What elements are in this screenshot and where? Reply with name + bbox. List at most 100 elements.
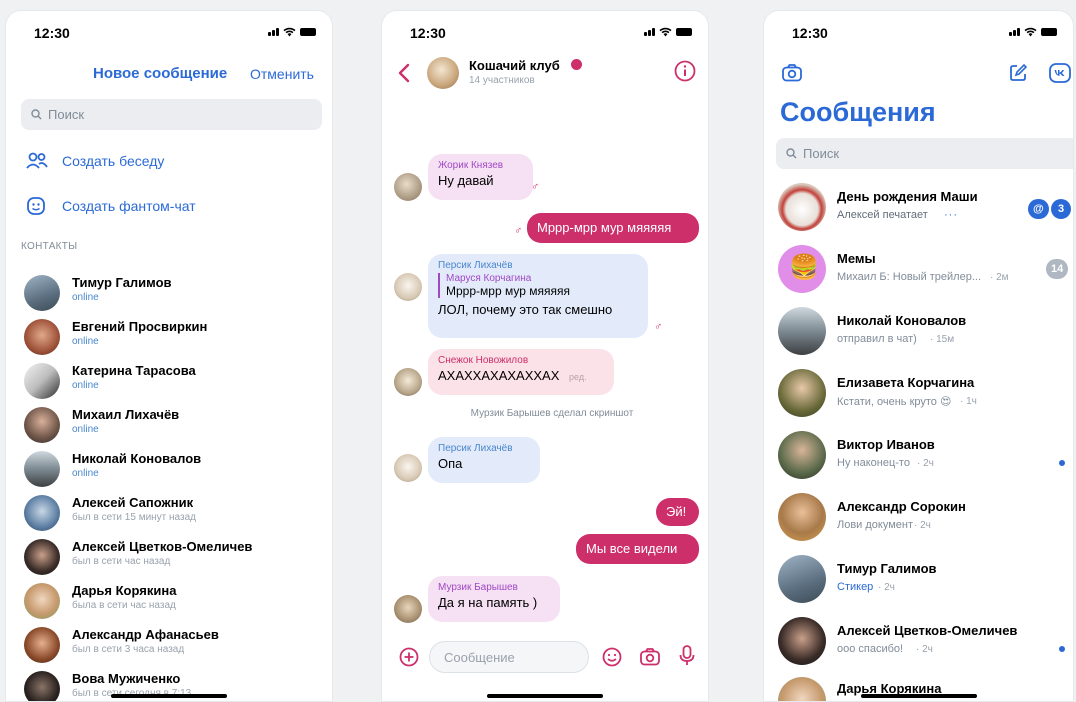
status-bar: 12:30 [382, 23, 708, 43]
chat-preview: Ну наконец-то [837, 457, 910, 469]
contact-name: Алексей Сапожник [72, 495, 194, 510]
chat-preview: Лови документ [837, 519, 914, 531]
message-bubble[interactable]: Эй! [656, 498, 699, 526]
message-sender: Жорик Князев [438, 160, 504, 171]
message-bubble[interactable]: Персик Лихачёв Маруся Корчагина Мррр-мрр… [428, 254, 648, 338]
chat-avatar[interactable] [427, 57, 459, 89]
chat-name: Мемы [837, 251, 876, 266]
chat-name: Виктор Иванов [837, 437, 935, 452]
message-bubble[interactable]: Персик Лихачёв Опа [428, 437, 540, 483]
chat-item[interactable]: Николай Коновалов отправил в чат) · 15м [764, 301, 1073, 363]
vk-logo-icon[interactable] [1049, 63, 1071, 83]
chat-preview: ооо спасибо! [837, 643, 904, 655]
message-bubble[interactable]: Жорик Князев Ну давай [428, 154, 533, 200]
contact-item[interactable]: Катерина Тарасова online [6, 357, 332, 401]
microphone-icon[interactable] [679, 645, 695, 667]
camera-icon[interactable] [781, 63, 803, 83]
chat-name: Александр Сорокин [837, 499, 966, 514]
contact-item[interactable]: Николай Коновалов online [6, 445, 332, 489]
message-bubble[interactable]: Мурзик Барышев Да я на память ) [428, 576, 560, 622]
compose-icon[interactable] [1008, 63, 1028, 83]
chat-item[interactable]: 🍔 Мемы Михаил Б: Новый трейлер... · 2м 1… [764, 239, 1073, 301]
cancel-button[interactable]: Отменить [250, 66, 314, 82]
reply-quote[interactable]: Маруся Корчагина Мррр-мрр мур мяяяяя [438, 273, 638, 298]
chat-item[interactable]: День рождения Маши Алексей печатает ··· … [764, 177, 1073, 239]
cat-mark-icon: ♂ [654, 321, 663, 333]
contact-name: Тимур Галимов [72, 275, 172, 290]
chat-name: Тимур Галимов [837, 561, 937, 576]
signal-icon [268, 28, 279, 36]
page-title: Новое сообщение [93, 65, 228, 82]
contact-status: был в сети 3 часа назад [72, 644, 185, 655]
contact-status: online [72, 336, 99, 347]
verified-icon [571, 59, 582, 70]
burger-emoji-icon: 🍔 [789, 254, 819, 281]
chat-item[interactable]: Александр Сорокин Лови документ · 2ч [764, 487, 1073, 549]
contact-name: Евгений Просвиркин [72, 319, 208, 334]
contact-item[interactable]: Алексей Сапожник был в сети 15 минут наз… [6, 489, 332, 533]
contact-item[interactable]: Александр Афанасьев был в сети 3 часа на… [6, 621, 332, 665]
attach-icon[interactable] [399, 647, 419, 667]
cat-mark-icon: ♂ [531, 181, 540, 193]
chat-title: Кошачий клуб [469, 58, 560, 73]
avatar [778, 369, 826, 417]
avatar [778, 677, 826, 701]
home-indicator [111, 694, 227, 698]
chat-preview: Алексей печатает [837, 209, 928, 221]
message-input[interactable]: Сообщение [429, 641, 589, 673]
cat-mark-icon: ♂ [514, 225, 523, 237]
contact-status: online [72, 380, 99, 391]
back-icon[interactable] [398, 63, 410, 83]
message-text: Ну давай [438, 173, 494, 188]
create-phantom-chat-button[interactable]: Создать фантом-чат [26, 196, 306, 218]
contact-status: online [72, 424, 99, 435]
create-chat-button[interactable]: Создать беседу [26, 151, 306, 173]
contact-item[interactable]: Дарья Корякина была в сети час назад [6, 577, 332, 621]
info-icon[interactable] [674, 60, 696, 82]
reply-author: Маруся Корчагина [446, 273, 532, 284]
search-input[interactable]: Поиск [21, 99, 322, 130]
message-text: Да я на память ) [438, 595, 538, 610]
chat-item[interactable]: Виктор Иванов Ну наконец-то · 2ч [764, 425, 1073, 487]
chat-members-count: 14 участников [469, 75, 535, 86]
avatar [24, 539, 60, 575]
contact-item[interactable]: Алексей Цветков-Омеличев был в сети час … [6, 533, 332, 577]
chat-item[interactable]: Алексей Цветков-Омеличев ооо спасибо! · … [764, 611, 1073, 673]
camera-icon[interactable] [639, 647, 661, 667]
contact-item[interactable]: Михаил Лихачёв online [6, 401, 332, 445]
message-bubble[interactable]: Мы все видели [576, 534, 699, 564]
search-icon [31, 109, 42, 120]
message-bubble[interactable]: Мррр-мрр мур мяяяяя [527, 213, 699, 243]
contact-name: Николай Коновалов [72, 451, 202, 466]
chat-item[interactable]: Тимур Галимов Стикер · 2ч [764, 549, 1073, 611]
battery-icon [1041, 28, 1057, 36]
create-phantom-chat-label: Создать фантом-чат [62, 198, 196, 214]
message-text: Опа [438, 456, 463, 471]
message-text: ЛОЛ, почему это так смешно [438, 302, 613, 317]
contact-status: была в сети час назад [72, 600, 176, 611]
status-icons [1009, 27, 1057, 37]
contact-item[interactable]: Евгений Просвиркин online [6, 313, 332, 357]
status-time: 12:30 [410, 25, 446, 41]
sender-avatar [394, 273, 422, 301]
status-time: 12:30 [34, 25, 70, 41]
phantom-mask-icon [27, 197, 45, 215]
chat-preview: Стикер [837, 581, 874, 593]
sender-avatar [394, 454, 422, 482]
message-text: Мы все видели [586, 541, 678, 556]
message-sender: Снежок Новожилов [438, 355, 529, 366]
chat-preview: Кстати, очень круто 😍 [837, 396, 952, 408]
contact-name: Александр Афанасьев [72, 627, 219, 642]
emoji-icon[interactable] [602, 647, 622, 667]
contact-name: Катерина Тарасова [72, 363, 196, 378]
search-input[interactable]: Поиск [776, 138, 1073, 169]
chat-preview: Михаил Б: Новый трейлер... [837, 271, 982, 283]
message-bubble[interactable]: Снежок Новожилов АХАХХАХАХАХХАХ ред. [428, 349, 614, 395]
avatar [24, 627, 60, 663]
chat-item[interactable]: Елизавета Корчагина Кстати, очень круто … [764, 363, 1073, 425]
chat-name: Алексей Цветков-Омеличев [837, 623, 1018, 638]
chat-preview: отправил в чат) [837, 333, 917, 345]
chat-time: · 2ч [917, 458, 934, 469]
avatar [778, 431, 826, 479]
contact-item[interactable]: Тимур Галимов online [6, 269, 332, 313]
